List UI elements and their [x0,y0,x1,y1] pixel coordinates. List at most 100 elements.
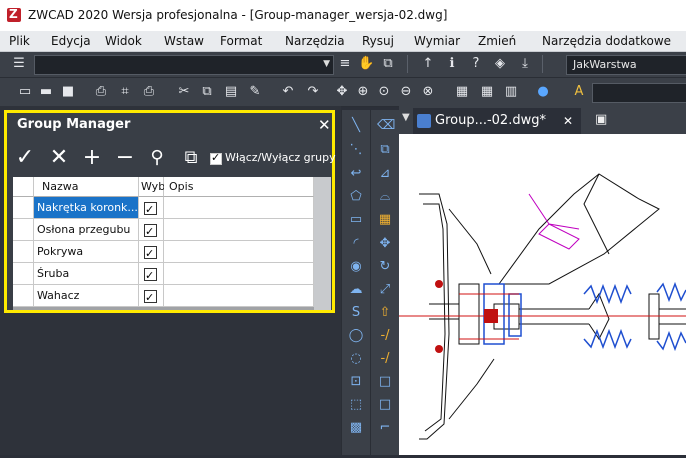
hand-icon[interactable]: ✋ [358,56,374,72]
polygon-icon[interactable]: ⬠ [348,189,364,205]
group-name-cell[interactable]: Osłona przegubu [34,219,139,241]
rotate-icon[interactable]: ↻ [377,259,393,275]
confirm-check-icon[interactable]: ✓ [13,147,37,169]
column-header-wyb[interactable]: Wyb [139,177,165,197]
remove-minus-icon[interactable]: − [113,147,137,169]
pin-icon[interactable]: ↑ [420,56,436,72]
group-name-cell[interactable]: Pokrywa [34,241,139,263]
drawing-canvas[interactable] [399,134,686,455]
new-file-icon[interactable]: ▭ [17,84,33,100]
select-checkbox-cell[interactable] [139,219,164,241]
break-icon[interactable]: □ [377,374,393,390]
tab-menu-chevron-icon[interactable]: ▼ [402,112,410,123]
menu-widok[interactable]: Widok [105,34,142,48]
description-cell[interactable] [164,285,314,307]
extend-icon[interactable]: -/ [377,351,393,367]
row-header[interactable] [13,263,34,285]
menu-wymiar[interactable]: Wymiar [414,34,460,48]
add-plus-icon[interactable]: + [80,147,104,169]
make-block-icon[interactable]: ⬚ [348,397,364,413]
delete-x-icon[interactable]: ✕ [47,147,71,169]
tool-palettes-icon[interactable]: ▥ [503,84,519,100]
cut-icon[interactable]: ✂ [176,84,192,100]
menu-narzedzia[interactable]: Narzędzia [285,34,345,48]
save-icon[interactable]: ■ [60,84,76,100]
close-icon[interactable]: ✕ [318,116,331,134]
spline-icon[interactable]: S [348,305,364,321]
trim-icon[interactable]: -/ [377,328,393,344]
ellipse-arc-icon[interactable]: ◌ [348,351,364,367]
select-checkbox[interactable] [144,287,157,306]
group-name-cell[interactable]: Nakrętka koronk... [34,197,139,219]
menu-plik[interactable]: Plik [9,34,30,48]
close-tab-icon[interactable]: ✕ [563,108,573,134]
table-row[interactable]: Osłona przegubu [13,219,314,241]
erase-icon[interactable]: ⌫ [377,118,395,134]
match-properties-icon[interactable]: ✎ [247,84,263,100]
print-icon[interactable]: ⎙ [93,84,109,100]
group-name-cell[interactable]: Śruba [34,263,139,285]
ellipse-icon[interactable]: ◯ [348,328,364,344]
arc-icon[interactable]: ◜ [348,236,364,252]
paste-icon[interactable]: ▤ [223,84,239,100]
select-checkbox-cell[interactable] [139,197,164,219]
design-center-icon[interactable]: ▦ [479,84,495,100]
select-checkbox[interactable] [144,265,157,284]
layer-state-icon[interactable]: ≡ [337,56,353,72]
menu-rysuj[interactable]: Rysuj [362,34,394,48]
menu-wstaw[interactable]: Wstaw [164,34,204,48]
hatch-icon[interactable]: ▩ [348,420,364,436]
zoom-realtime-icon[interactable]: ⊕ [355,84,371,100]
ray-icon[interactable]: ⋱ [348,142,364,158]
cloud-icon[interactable]: ☁ [348,282,364,298]
info-icon[interactable]: ℹ [444,56,460,72]
column-header-opis[interactable]: Opis [164,177,314,197]
chamfer-icon[interactable]: ⌐ [377,420,393,436]
table-row[interactable]: Wahacz [13,285,314,307]
select-checkbox-cell[interactable] [139,285,164,307]
pan-icon[interactable]: ✥ [334,84,350,100]
document-tab[interactable]: Group...-02.dwg* ✕ [413,108,581,134]
menu-zmien[interactable]: Zmień [478,34,516,48]
help-icon[interactable]: ? [468,56,484,72]
mirror-icon[interactable]: ⊿ [377,166,393,182]
copy-object-icon[interactable]: ⧉ [377,142,393,158]
table-row[interactable]: Pokrywa [13,241,314,263]
row-header[interactable] [13,241,34,263]
layers-icon[interactable]: ☰ [11,56,27,72]
select-checkbox[interactable] [144,243,157,262]
row-header[interactable] [13,219,34,241]
help-circle-icon[interactable]: ● [535,84,551,100]
new-tab-icon[interactable]: ▣ [595,112,607,127]
copy-group-icon[interactable]: ⧉ [179,147,203,169]
menu-narzedzia-dodatkowe[interactable]: Narzędzia dodatkowe [542,34,671,48]
text-style-combo[interactable] [592,83,686,103]
download-icon[interactable]: ⤓ [517,56,533,72]
layer-copy-icon[interactable]: ⧉ [380,56,396,72]
select-checkbox-cell[interactable] [139,263,164,285]
undo-icon[interactable]: ↶ [280,84,296,100]
select-checkbox[interactable] [144,221,157,240]
line-icon[interactable]: ╲ [348,118,364,134]
join-icon[interactable]: □ [377,397,393,413]
search-icon[interactable]: ⚲ [145,147,169,169]
select-checkbox-cell[interactable] [139,241,164,263]
redo-icon[interactable]: ↷ [305,84,321,100]
move-icon[interactable]: ✥ [377,236,393,252]
zoom-window-icon[interactable]: ⊙ [376,84,392,100]
column-header-nazwa[interactable]: Nazwa [34,177,139,197]
plot-icon[interactable]: ⎙ [141,84,157,100]
insert-block-icon[interactable]: ⊡ [348,374,364,390]
array-icon[interactable]: ▦ [377,212,393,228]
select-checkbox[interactable] [144,199,157,218]
menu-edycja[interactable]: Edycja [51,34,91,48]
text-style-icon[interactable]: A [571,84,587,100]
copy-icon[interactable]: ⧉ [199,84,215,100]
layer-combo[interactable]: ▼ [34,55,334,75]
description-cell[interactable] [164,219,314,241]
menu-format[interactable]: Format [220,34,262,48]
offset-icon[interactable]: ⌓ [377,189,393,205]
group-name-cell[interactable]: Wahacz [34,285,139,307]
polyline-icon[interactable]: ↩ [348,166,364,182]
toggle-groups-checkbox[interactable] [210,151,222,165]
